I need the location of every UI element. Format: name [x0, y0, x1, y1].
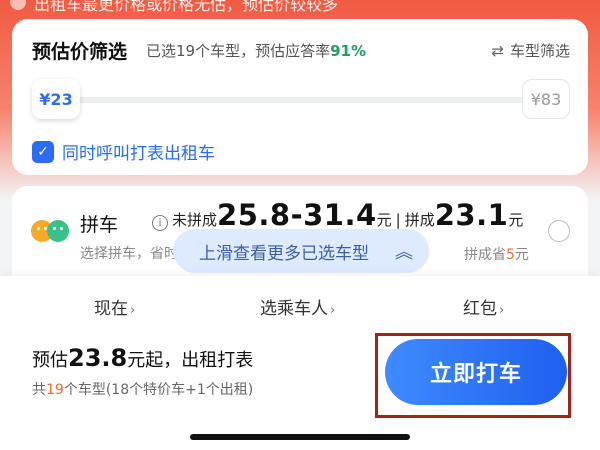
price-unit: 元: [376, 211, 392, 229]
info-icon[interactable]: i: [152, 214, 168, 231]
price-separator: |: [395, 211, 401, 229]
double-chevron-up-icon: ︽: [395, 242, 413, 263]
carpool-name: 拼车: [80, 214, 119, 236]
unmatched-label: 未拼成: [172, 211, 218, 229]
estimate-detail-suffix: 个车型(18个特价车+1个出租): [63, 382, 254, 398]
estimate-prefix: 预估: [32, 350, 68, 371]
price-filter-card: 预估价筛选 已选19个车型，预估应答率91% ⇄ 车型筛选 ¥23 ¥83 ✓ 同…: [12, 19, 588, 175]
filter-title: 预估价筛选: [32, 41, 128, 63]
estimate-detail-prefix: 共: [32, 382, 46, 398]
estimate-detail: 共19个车型(18个特价车+1个出租): [32, 379, 253, 399]
swipe-up-hint[interactable]: 上滑查看更多已选车型 ︽: [173, 229, 429, 273]
matched-label: 拼成: [404, 211, 435, 229]
matched-price: 23.1: [434, 198, 509, 232]
checkbox-checked-icon[interactable]: ✓: [32, 140, 54, 163]
order-options: 现在 › 选乘车人 › 红包 ›: [0, 294, 600, 319]
carpool-saving: 拼成省5元: [464, 244, 529, 264]
vehicle-count: 19: [46, 382, 64, 398]
taxi-checkbox-label: 同时呼叫打表出租车: [62, 144, 215, 164]
home-indicator[interactable]: [190, 434, 410, 440]
speaker-icon: [10, 0, 26, 10]
answer-rate: 91%: [330, 42, 366, 60]
option-time[interactable]: 现在 ›: [94, 294, 135, 319]
call-car-button[interactable]: 立即打车: [385, 339, 567, 405]
banner-text: 出租车最更价格或价格无估，预估价较较多: [34, 0, 339, 14]
filter-subtitle-text: 已选19个车型，预估应答率: [146, 42, 331, 60]
top-banner: 出租车最更价格或价格无估，预估价较较多: [0, 0, 600, 14]
option-time-label: 现在: [94, 299, 128, 319]
smile-face-icon: [47, 220, 69, 242]
filter-subtitle: 已选19个车型，预估应答率91%: [146, 40, 366, 61]
bottom-order-panel: 现在 › 选乘车人 › 红包 › 预估 23.8 元起，出租打表 共19个车型(18个…: [0, 276, 600, 450]
swipe-hint-text: 上滑查看更多已选车型: [199, 243, 369, 264]
taxi-checkbox-row[interactable]: ✓ 同时呼叫打表出租车: [32, 139, 215, 164]
option-coupon-label: 红包: [463, 299, 497, 319]
carpool-description: 选择拼车，省时: [80, 246, 178, 262]
estimate-line: 预估 23.8 元起，出租打表: [32, 344, 253, 372]
saving-prefix: 拼成省: [464, 247, 506, 263]
price-slider-min-handle[interactable]: ¥23: [32, 79, 80, 119]
swap-arrows-icon: ⇄: [491, 42, 504, 60]
option-passenger-label: 选乘车人: [260, 299, 328, 319]
unmatched-price: 25.8-31.4: [217, 198, 377, 232]
carpool-price: i 未拼成 25.8-31.4 元 | 拼成 23.1 元: [152, 198, 523, 232]
vehicle-filter-button[interactable]: ⇄ 车型筛选: [491, 40, 570, 61]
price-slider-max-handle[interactable]: ¥83: [522, 79, 570, 119]
chevron-right-icon: ›: [499, 303, 505, 318]
saving-value: 5: [506, 247, 515, 263]
estimate-price: 23.8: [68, 344, 128, 372]
carpool-faces-icon: [31, 220, 71, 244]
option-passenger[interactable]: 选乘车人 ›: [260, 294, 335, 319]
vehicle-filter-label: 车型筛选: [509, 42, 570, 60]
price-slider-track[interactable]: [50, 97, 550, 103]
option-coupon[interactable]: 红包 ›: [463, 294, 504, 319]
carpool-select-radio[interactable]: [548, 220, 570, 242]
estimate-suffix: 元起，出租打表: [127, 350, 254, 371]
chevron-right-icon: ›: [130, 303, 136, 318]
saving-unit: 元: [514, 247, 529, 263]
price-unit: 元: [508, 211, 524, 229]
chevron-right-icon: ›: [330, 303, 336, 318]
